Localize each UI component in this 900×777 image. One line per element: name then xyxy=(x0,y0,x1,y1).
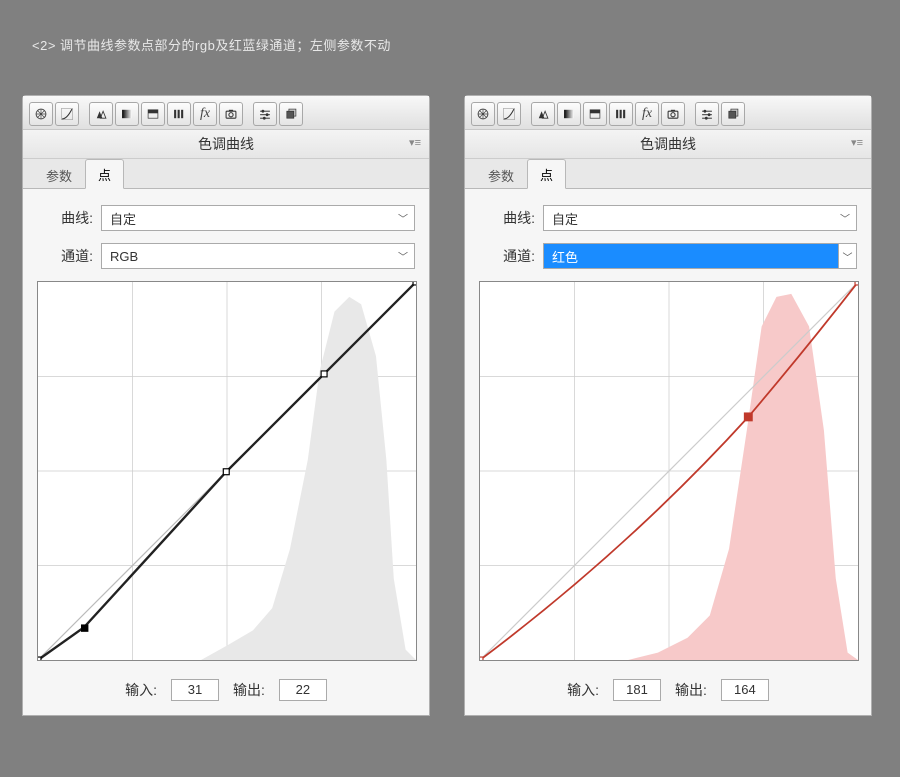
curve-label: 曲线: xyxy=(479,208,535,228)
channel-value: RGB xyxy=(110,249,138,264)
io-row: 输入: 181 输出: 164 xyxy=(479,673,857,701)
aperture-icon[interactable] xyxy=(29,102,53,126)
chevron-down-icon: ﹀ xyxy=(838,244,856,268)
toolbar: fx xyxy=(23,96,429,130)
tab-points[interactable]: 点 xyxy=(85,159,124,189)
tabs: 参数 点 xyxy=(23,159,429,189)
channel-label: 通道: xyxy=(37,246,93,266)
output-field[interactable]: 164 xyxy=(721,679,769,701)
split-icon[interactable] xyxy=(583,102,607,126)
stack-icon[interactable] xyxy=(279,102,303,126)
channel-value: 红色 xyxy=(552,247,578,266)
panel-menu-icon[interactable]: ▾≡ xyxy=(409,136,421,149)
split-icon[interactable] xyxy=(141,102,165,126)
camera-icon[interactable] xyxy=(661,102,685,126)
curve-dropdown[interactable]: 自定 ﹀ xyxy=(101,205,415,231)
tab-points[interactable]: 点 xyxy=(527,159,566,189)
stack-icon[interactable] xyxy=(721,102,745,126)
gradient-icon[interactable] xyxy=(115,102,139,126)
curve-icon[interactable] xyxy=(497,102,521,126)
gradient-icon[interactable] xyxy=(557,102,581,126)
camera-icon[interactable] xyxy=(219,102,243,126)
panel-title: 色调曲线 xyxy=(198,136,254,152)
sliders-icon[interactable] xyxy=(695,102,719,126)
input-label: 输入: xyxy=(125,680,157,700)
input-field[interactable]: 31 xyxy=(171,679,219,701)
curve-value: 自定 xyxy=(110,209,136,228)
panel-title-bar: 色调曲线 ▾≡ xyxy=(465,130,871,159)
bars-icon[interactable] xyxy=(167,102,191,126)
chevron-down-icon: ﹀ xyxy=(398,211,408,226)
channel-dropdown[interactable]: 红色 ﹀ xyxy=(543,243,857,269)
input-label: 输入: xyxy=(567,680,599,700)
tab-params[interactable]: 参数 xyxy=(475,160,527,189)
triangles-icon[interactable] xyxy=(89,102,113,126)
curve-graph[interactable] xyxy=(37,281,417,661)
output-field[interactable]: 22 xyxy=(279,679,327,701)
tab-params[interactable]: 参数 xyxy=(33,160,85,189)
tone-curve-panel-left: fx 色调曲线 ▾≡ 参数 点 曲线: 自定 ﹀ 通道: xyxy=(22,95,430,716)
curve-graph[interactable] xyxy=(479,281,859,661)
panel-menu-icon[interactable]: ▾≡ xyxy=(851,136,863,149)
panel-body: 曲线: 自定 ﹀ 通道: 红色 ﹀ xyxy=(465,189,871,715)
curve-value: 自定 xyxy=(552,209,578,228)
panel-title: 色调曲线 xyxy=(640,136,696,152)
panel-title-bar: 色调曲线 ▾≡ xyxy=(23,130,429,159)
curve-label: 曲线: xyxy=(37,208,93,228)
panels-container: fx 色调曲线 ▾≡ 参数 点 曲线: 自定 ﹀ 通道: xyxy=(22,95,872,716)
output-label: 输出: xyxy=(675,680,707,700)
triangles-icon[interactable] xyxy=(531,102,555,126)
channel-dropdown[interactable]: RGB ﹀ xyxy=(101,243,415,269)
tone-curve-panel-right: fx 色调曲线 ▾≡ 参数 点 曲线: 自定 ﹀ 通道: xyxy=(464,95,872,716)
channel-label: 通道: xyxy=(479,246,535,266)
sliders-icon[interactable] xyxy=(253,102,277,126)
instruction-caption: <2> 调节曲线参数点部分的rgb及红蓝绿通道；左侧参数不动 xyxy=(32,35,391,54)
toolbar: fx xyxy=(465,96,871,130)
curve-icon[interactable] xyxy=(55,102,79,126)
input-field[interactable]: 181 xyxy=(613,679,661,701)
chevron-down-icon: ﹀ xyxy=(398,249,408,264)
panel-body: 曲线: 自定 ﹀ 通道: RGB ﹀ xyxy=(23,189,429,715)
fx-icon[interactable]: fx xyxy=(635,102,659,126)
io-row: 输入: 31 输出: 22 xyxy=(37,673,415,701)
fx-icon[interactable]: fx xyxy=(193,102,217,126)
chevron-down-icon: ﹀ xyxy=(840,211,850,226)
output-label: 输出: xyxy=(233,680,265,700)
tabs: 参数 点 xyxy=(465,159,871,189)
aperture-icon[interactable] xyxy=(471,102,495,126)
curve-dropdown[interactable]: 自定 ﹀ xyxy=(543,205,857,231)
bars-icon[interactable] xyxy=(609,102,633,126)
